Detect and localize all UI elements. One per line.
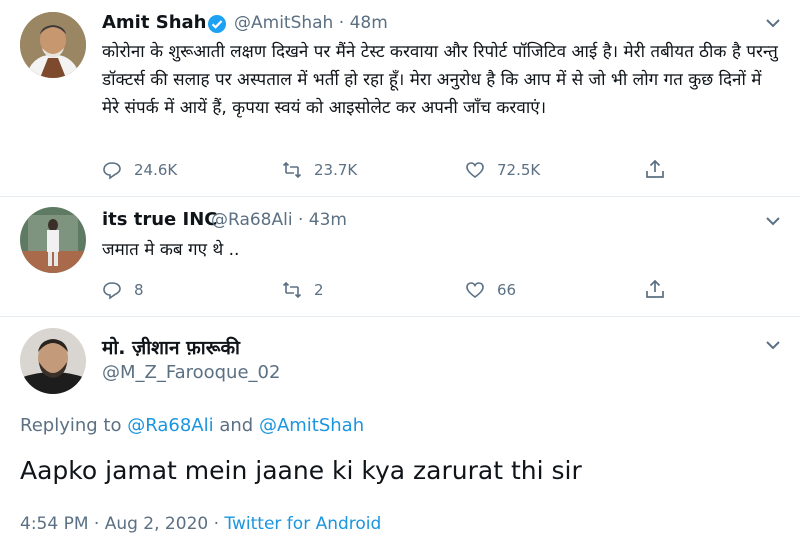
chevron-down-icon[interactable] <box>764 336 782 354</box>
tweet-timestamp[interactable]: 4:54 PM · Aug 2, 2020 · <box>20 514 219 534</box>
tweet-time[interactable]: 48m <box>350 13 388 33</box>
mention-link[interactable]: @AmitShah <box>259 415 364 436</box>
replying-and: and <box>219 415 254 436</box>
tweet-text: जमात मे कब गए थे .. <box>102 240 240 260</box>
author-name[interactable]: मो. ज़ीशान फ़ारूकी <box>102 334 240 360</box>
divider <box>0 316 800 317</box>
retweet-button[interactable]: 2 <box>282 280 324 300</box>
verified-badge-icon <box>208 15 226 33</box>
avatar-image <box>20 328 86 394</box>
reply-button[interactable]: 8 <box>102 280 144 300</box>
author-handle[interactable]: @M_Z_Farooque_02 <box>102 362 280 383</box>
share-icon[interactable] <box>644 158 666 180</box>
like-button[interactable]: 72.5K <box>465 160 540 180</box>
author-meta: @AmitShah · 48m <box>234 13 388 33</box>
reply-count: 24.6K <box>134 161 178 179</box>
avatar-image <box>20 207 86 273</box>
heart-icon <box>466 282 484 299</box>
separator-dot: · <box>338 13 345 33</box>
share-icon[interactable] <box>644 278 666 300</box>
author-meta: @Ra68Ali · 43m <box>211 210 347 230</box>
author-name[interactable]: its true INC <box>102 209 218 230</box>
retweet-icon <box>282 281 302 299</box>
mention-link[interactable]: @Ra68Ali <box>127 415 213 436</box>
chevron-down-icon[interactable] <box>764 14 782 32</box>
tweet-text: कोरोना के शुरूआती लक्षण दिखने पर मैंने ट… <box>102 42 778 118</box>
retweet-count: 23.7K <box>314 161 358 179</box>
heart-icon <box>466 162 484 179</box>
tweet-text: Aapko jamat mein jaane ki kya zarurat th… <box>20 456 582 485</box>
avatar[interactable] <box>20 12 86 78</box>
avatar[interactable] <box>20 207 86 273</box>
author-name[interactable]: Amit Shah <box>102 12 206 33</box>
retweet-count: 2 <box>314 281 324 299</box>
retweet-button[interactable]: 23.7K <box>282 160 357 180</box>
replying-prefix: Replying to <box>20 415 122 436</box>
avatar[interactable] <box>20 328 86 394</box>
tweet-source[interactable]: Twitter for Android <box>224 514 381 534</box>
retweet-icon <box>282 161 302 179</box>
reply-button[interactable]: 24.6K <box>102 160 177 180</box>
replying-to: Replying to @Ra68Ali and @AmitShah <box>20 415 364 436</box>
chevron-down-icon[interactable] <box>764 212 782 230</box>
like-count: 72.5K <box>497 161 541 179</box>
author-handle[interactable]: @AmitShah <box>234 13 333 33</box>
author-handle[interactable]: @Ra68Ali <box>211 210 293 230</box>
reply-icon <box>103 282 121 300</box>
avatar-image <box>20 12 86 78</box>
separator-dot: · <box>297 210 304 230</box>
like-button[interactable]: 66 <box>465 280 516 300</box>
reply-count: 8 <box>134 281 144 299</box>
like-count: 66 <box>497 281 517 299</box>
tweet-meta: 4:54 PM · Aug 2, 2020 · Twitter for Andr… <box>20 514 381 534</box>
reply-icon <box>103 162 121 180</box>
divider <box>0 196 800 197</box>
tweet-time[interactable]: 43m <box>309 210 347 230</box>
